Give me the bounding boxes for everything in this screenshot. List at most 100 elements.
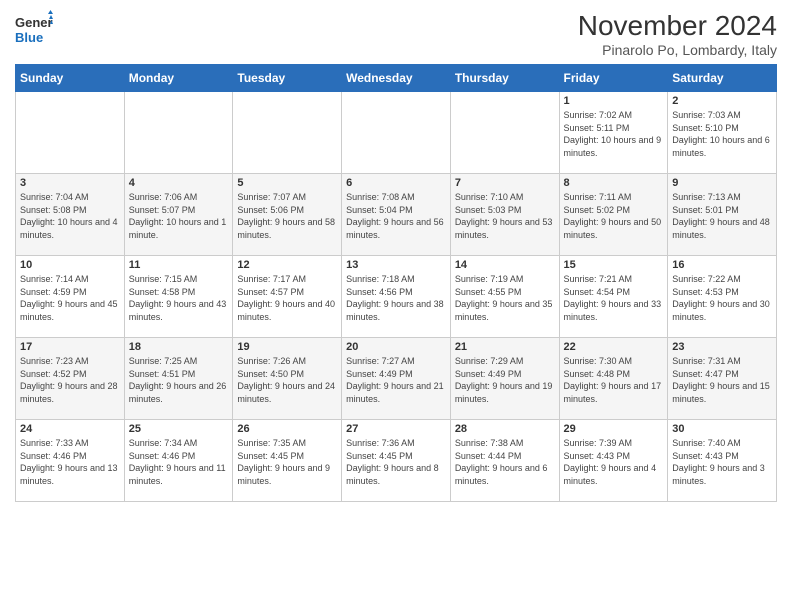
day-number: 8 (564, 177, 664, 189)
calendar-cell: 4Sunrise: 7:06 AM Sunset: 5:07 PM Daylig… (124, 174, 233, 256)
calendar-cell: 8 Sunrise: 7:11 AM Sunset: 5:02 PM Daylig… (559, 174, 668, 256)
weekday-header-saturday: Saturday (668, 65, 777, 92)
calendar-cell: 13 Sunrise: 7:18 AM Sunset: 4:56 PM Dayli… (342, 256, 451, 338)
day-number: 22 (564, 341, 664, 353)
logo-svg: General Blue (15, 10, 53, 48)
weekday-header-wednesday: Wednesday (342, 65, 451, 92)
day-number: 10 (20, 259, 120, 271)
calendar-cell: 10 Sunrise: 7:14 AM Sunset: 4:59 PM Dayli… (16, 256, 125, 338)
weekday-header-thursday: Thursday (450, 65, 559, 92)
calendar-cell: 29Sunrise: 7:39 AM Sunset: 4:43 PM Dayli… (559, 420, 668, 502)
header: General Blue November 2024 Pinarolo Po, … (15, 10, 777, 58)
calendar-cell: 17 Sunrise: 7:23 AM Sunset: 4:52 PM Dayli… (16, 338, 125, 420)
day-info: Sunrise: 7:34 AM Sunset: 4:46 PM Dayligh… (129, 437, 229, 487)
day-number: 7 (455, 177, 555, 189)
day-number: 15 (564, 259, 664, 271)
day-number: 26 (237, 423, 337, 435)
main-container: General Blue November 2024 Pinarolo Po, … (0, 0, 792, 512)
day-info: Sunrise: 7:10 AM Sunset: 5:03 PM Dayligh… (455, 191, 555, 241)
day-number: 5 (237, 177, 337, 189)
calendar-table: SundayMondayTuesdayWednesdayThursdayFrid… (15, 64, 777, 502)
day-info: Sunrise: 7:39 AM Sunset: 4:43 PM Dayligh… (564, 437, 664, 487)
calendar-cell: 18 Sunrise: 7:25 AM Sunset: 4:51 PM Dayli… (124, 338, 233, 420)
day-number: 17 (20, 341, 120, 353)
day-number: 24 (20, 423, 120, 435)
day-info: Sunrise: 7:38 AM Sunset: 4:44 PM Dayligh… (455, 437, 555, 487)
day-number: 21 (455, 341, 555, 353)
week-row-2: 3 Sunrise: 7:04 AM Sunset: 5:08 PM Daylig… (16, 174, 777, 256)
day-info: Sunrise: 7:04 AM Sunset: 5:08 PM Dayligh… (20, 191, 120, 241)
day-number: 28 (455, 423, 555, 435)
calendar-cell: 26 Sunrise: 7:35 AM Sunset: 4:45 PM Dayli… (233, 420, 342, 502)
calendar-cell: 15Sunrise: 7:21 AM Sunset: 4:54 PM Dayli… (559, 256, 668, 338)
weekday-header-tuesday: Tuesday (233, 65, 342, 92)
day-number: 6 (346, 177, 446, 189)
calendar-cell: 3 Sunrise: 7:04 AM Sunset: 5:08 PM Daylig… (16, 174, 125, 256)
day-number: 9 (672, 177, 772, 189)
calendar-cell: 16Sunrise: 7:22 AM Sunset: 4:53 PM Dayli… (668, 256, 777, 338)
day-info: Sunrise: 7:02 AM Sunset: 5:11 PM Dayligh… (564, 109, 664, 159)
day-number: 20 (346, 341, 446, 353)
calendar-cell (342, 92, 451, 174)
calendar-cell: 19 Sunrise: 7:26 AM Sunset: 4:50 PM Dayli… (233, 338, 342, 420)
day-info: Sunrise: 7:11 AM Sunset: 5:02 PM Dayligh… (564, 191, 664, 241)
calendar-cell (124, 92, 233, 174)
calendar-cell: 11 Sunrise: 7:15 AM Sunset: 4:58 PM Dayli… (124, 256, 233, 338)
day-number: 3 (20, 177, 120, 189)
logo: General Blue (15, 10, 53, 48)
calendar-cell (450, 92, 559, 174)
day-info: Sunrise: 7:19 AM Sunset: 4:55 PM Dayligh… (455, 273, 555, 323)
day-info: Sunrise: 7:36 AM Sunset: 4:45 PM Dayligh… (346, 437, 446, 487)
day-info: Sunrise: 7:14 AM Sunset: 4:59 PM Dayligh… (20, 273, 120, 323)
day-number: 18 (129, 341, 229, 353)
day-info: Sunrise: 7:30 AM Sunset: 4:48 PM Dayligh… (564, 355, 664, 405)
day-number: 13 (346, 259, 446, 271)
calendar-cell: 28 Sunrise: 7:38 AM Sunset: 4:44 PM Dayli… (450, 420, 559, 502)
day-info: Sunrise: 7:33 AM Sunset: 4:46 PM Dayligh… (20, 437, 120, 487)
calendar-cell: 21Sunrise: 7:29 AM Sunset: 4:49 PM Dayli… (450, 338, 559, 420)
day-number: 27 (346, 423, 446, 435)
day-number: 23 (672, 341, 772, 353)
calendar-cell: 22 Sunrise: 7:30 AM Sunset: 4:48 PM Dayli… (559, 338, 668, 420)
day-number: 25 (129, 423, 229, 435)
calendar-cell: 5 Sunrise: 7:07 AM Sunset: 5:06 PM Daylig… (233, 174, 342, 256)
day-info: Sunrise: 7:18 AM Sunset: 4:56 PM Dayligh… (346, 273, 446, 323)
day-number: 19 (237, 341, 337, 353)
day-number: 12 (237, 259, 337, 271)
week-row-4: 17 Sunrise: 7:23 AM Sunset: 4:52 PM Dayli… (16, 338, 777, 420)
calendar-cell: 6 Sunrise: 7:08 AM Sunset: 5:04 PM Daylig… (342, 174, 451, 256)
day-info: Sunrise: 7:15 AM Sunset: 4:58 PM Dayligh… (129, 273, 229, 323)
day-info: Sunrise: 7:07 AM Sunset: 5:06 PM Dayligh… (237, 191, 337, 241)
title-block: November 2024 Pinarolo Po, Lombardy, Ita… (578, 10, 777, 58)
month-title: November 2024 (578, 10, 777, 42)
day-info: Sunrise: 7:26 AM Sunset: 4:50 PM Dayligh… (237, 355, 337, 405)
day-info: Sunrise: 7:35 AM Sunset: 4:45 PM Dayligh… (237, 437, 337, 487)
calendar-cell: 1Sunrise: 7:02 AM Sunset: 5:11 PM Daylig… (559, 92, 668, 174)
calendar-cell: 23 Sunrise: 7:31 AM Sunset: 4:47 PM Dayli… (668, 338, 777, 420)
day-info: Sunrise: 7:08 AM Sunset: 5:04 PM Dayligh… (346, 191, 446, 241)
calendar-cell: 27 Sunrise: 7:36 AM Sunset: 4:45 PM Dayli… (342, 420, 451, 502)
calendar-cell: 12 Sunrise: 7:17 AM Sunset: 4:57 PM Dayli… (233, 256, 342, 338)
day-info: Sunrise: 7:25 AM Sunset: 4:51 PM Dayligh… (129, 355, 229, 405)
calendar-cell: 24 Sunrise: 7:33 AM Sunset: 4:46 PM Dayli… (16, 420, 125, 502)
day-info: Sunrise: 7:23 AM Sunset: 4:52 PM Dayligh… (20, 355, 120, 405)
day-info: Sunrise: 7:40 AM Sunset: 4:43 PM Dayligh… (672, 437, 772, 487)
calendar-cell (233, 92, 342, 174)
day-info: Sunrise: 7:27 AM Sunset: 4:49 PM Dayligh… (346, 355, 446, 405)
calendar-cell: 2Sunrise: 7:03 AM Sunset: 5:10 PM Daylig… (668, 92, 777, 174)
calendar-cell (16, 92, 125, 174)
week-row-3: 10 Sunrise: 7:14 AM Sunset: 4:59 PM Dayli… (16, 256, 777, 338)
calendar-cell: 9 Sunrise: 7:13 AM Sunset: 5:01 PM Daylig… (668, 174, 777, 256)
location: Pinarolo Po, Lombardy, Italy (578, 42, 777, 58)
day-info: Sunrise: 7:13 AM Sunset: 5:01 PM Dayligh… (672, 191, 772, 241)
calendar-cell: 14Sunrise: 7:19 AM Sunset: 4:55 PM Dayli… (450, 256, 559, 338)
day-info: Sunrise: 7:06 AM Sunset: 5:07 PM Dayligh… (129, 191, 229, 241)
weekday-header-sunday: Sunday (16, 65, 125, 92)
weekday-header-row: SundayMondayTuesdayWednesdayThursdayFrid… (16, 65, 777, 92)
day-info: Sunrise: 7:31 AM Sunset: 4:47 PM Dayligh… (672, 355, 772, 405)
day-info: Sunrise: 7:17 AM Sunset: 4:57 PM Dayligh… (237, 273, 337, 323)
calendar-cell: 30Sunrise: 7:40 AM Sunset: 4:43 PM Dayli… (668, 420, 777, 502)
svg-text:General: General (15, 15, 53, 30)
day-number: 11 (129, 259, 229, 271)
svg-text:Blue: Blue (15, 30, 43, 45)
